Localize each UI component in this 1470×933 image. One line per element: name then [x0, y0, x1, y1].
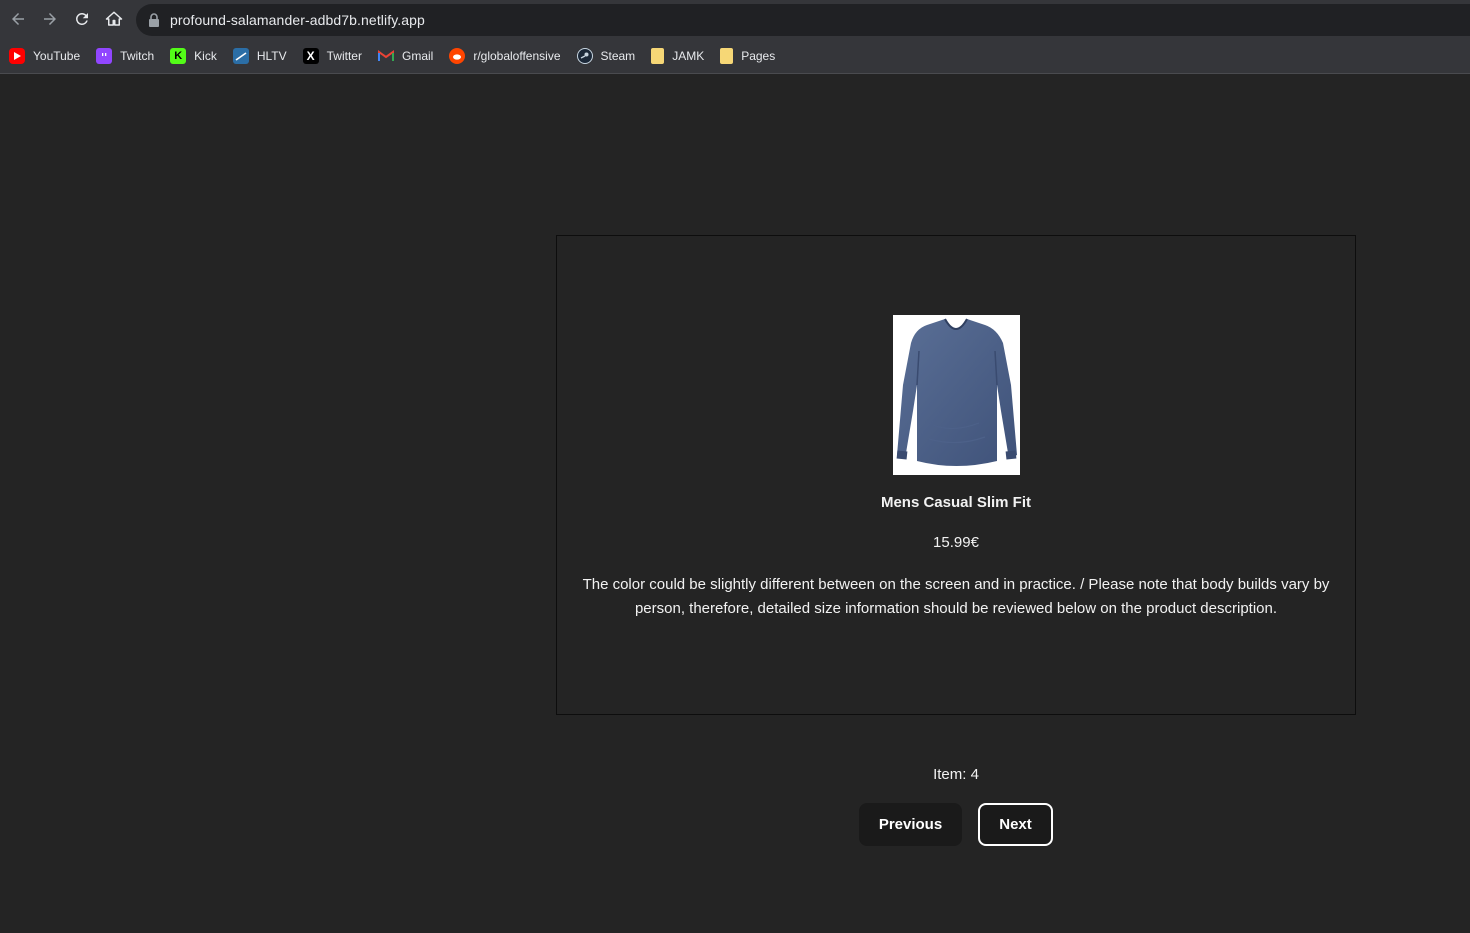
reload-icon	[75, 12, 88, 25]
bookmark-youtube[interactable]: YouTube	[9, 42, 88, 70]
gmail-icon	[377, 48, 394, 64]
product-title: Mens Casual Slim Fit	[880, 494, 1032, 511]
bookmark-twitch[interactable]: Twitch	[96, 42, 162, 70]
bookmark-label: r/globaloffensive	[473, 48, 561, 63]
hltv-icon	[232, 47, 249, 64]
next-button[interactable]: Next	[978, 803, 1053, 846]
browser-toolbar: profound-salamander-adbd7b.netlify.app	[0, 0, 1470, 38]
bookmark-label: Twitch	[120, 48, 155, 63]
bookmark-reddit[interactable]: r/globaloffensive	[449, 42, 568, 70]
product-description: The color could be slightly different be…	[582, 576, 1330, 617]
bookmark-steam[interactable]: Steam	[576, 42, 644, 70]
lock-icon	[149, 13, 159, 27]
item-counter: Item: 4	[933, 766, 979, 783]
bookmark-folder-pages[interactable]: Pages	[720, 42, 783, 70]
back-button[interactable]	[2, 3, 34, 35]
bookmark-label: HLTV	[256, 48, 287, 63]
folder-icon	[720, 47, 734, 64]
forward-button[interactable]	[34, 3, 66, 35]
address-bar[interactable]: profound-salamander-adbd7b.netlify.app	[136, 4, 1470, 36]
folder-icon	[651, 47, 665, 64]
steam-icon	[576, 47, 593, 64]
bookmark-label: YouTube	[33, 48, 81, 63]
bookmark-kick[interactable]: K Kick	[170, 42, 225, 70]
bookmark-hltv[interactable]: HLTV	[232, 42, 295, 70]
bookmark-label: JAMK	[672, 48, 705, 63]
home-icon	[105, 11, 123, 26]
previous-button[interactable]: Previous	[859, 803, 962, 846]
bookmark-gmail[interactable]: Gmail	[377, 42, 441, 70]
youtube-icon	[9, 47, 25, 64]
bookmark-twitter[interactable]: X Twitter	[302, 42, 370, 70]
twitch-icon	[96, 47, 113, 64]
bookmark-label: Kick	[194, 48, 217, 63]
bookmark-label: Twitter	[326, 48, 362, 63]
bookmark-label: Pages	[741, 48, 776, 63]
long-sleeve-shirt-image	[896, 318, 1017, 466]
product-image	[893, 315, 1020, 475]
bookmarks-bar: YouTube Twitch K Kick HLTV X Twitter Gma…	[0, 38, 1470, 74]
home-button[interactable]	[98, 3, 130, 35]
bookmark-label: Steam	[600, 48, 636, 63]
reddit-icon	[449, 47, 466, 64]
bookmark-folder-jamk[interactable]: JAMK	[651, 42, 712, 70]
arrow-left-icon	[12, 13, 24, 25]
reload-button[interactable]	[66, 3, 98, 35]
bookmark-label: Gmail	[401, 48, 434, 63]
kick-icon: K	[170, 47, 187, 64]
navigation-buttons	[2, 3, 130, 35]
url-text: profound-salamander-adbd7b.netlify.app	[170, 12, 425, 28]
x-icon: X	[302, 47, 319, 64]
arrow-right-icon	[44, 13, 56, 25]
product-card: Mens Casual Slim Fit 15.99€ The color co…	[556, 235, 1356, 715]
product-price: 15.99€	[933, 534, 979, 551]
